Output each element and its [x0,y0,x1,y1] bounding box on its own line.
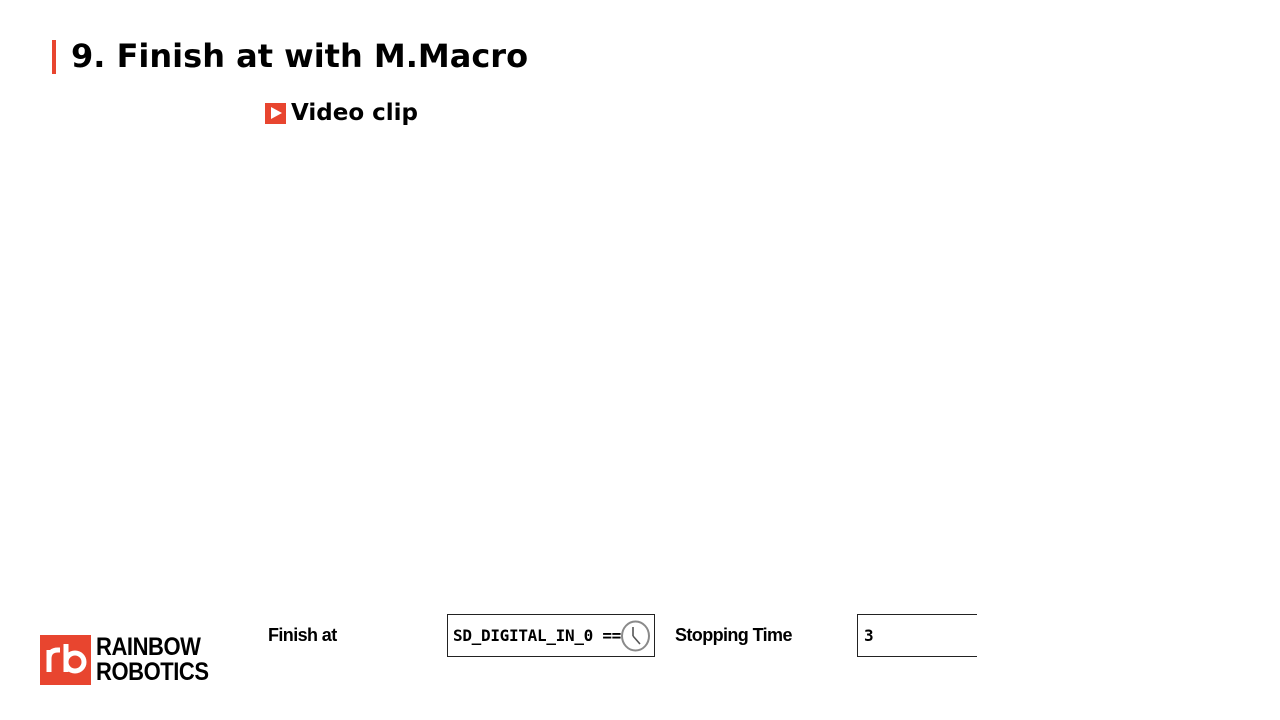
page-title: 9. Finish at with M.Macro [71,37,529,75]
title-accent-bar [52,40,56,74]
clock-icon[interactable] [620,620,651,652]
finish-at-field[interactable]: SD_DIGITAL_IN_0 == [447,614,655,657]
stopping-time-label: Stopping Time [675,625,792,645]
stopping-time-field[interactable]: 3 [857,614,977,657]
finish-at-value: SD_DIGITAL_IN_0 == [453,626,621,645]
stopping-time-value: 3 [864,626,874,645]
logo-line-1: RAINBOW [96,633,201,661]
video-clip-link[interactable]: Video clip [265,98,418,128]
finish-at-label: Finish at [268,625,337,645]
logo-line-2: ROBOTICS [96,658,209,686]
play-icon [265,102,286,124]
rainbow-robotics-logo: RAINBOW ROBOTICS [40,635,224,685]
video-clip-label: Video clip [291,100,419,126]
logo-mark [40,635,91,685]
